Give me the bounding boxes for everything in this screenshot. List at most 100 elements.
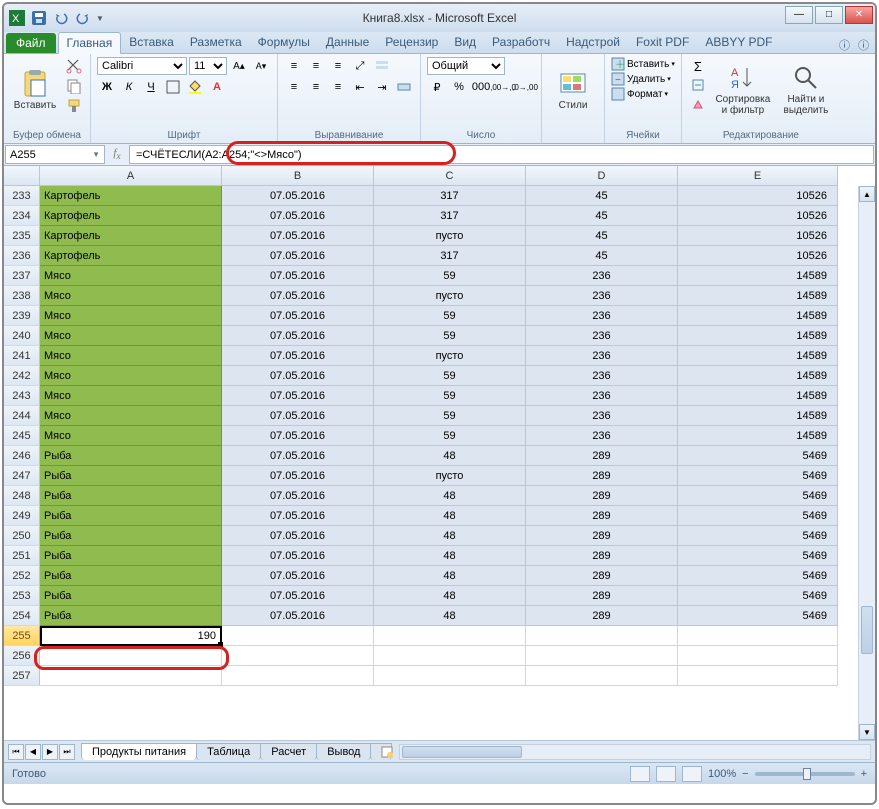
cell[interactable]: Мясо <box>40 366 222 386</box>
sheet-next-icon[interactable]: ▶ <box>42 744 58 760</box>
cell[interactable]: Рыба <box>40 506 222 526</box>
cell[interactable]: Рыба <box>40 526 222 546</box>
row-header[interactable]: 243 <box>4 386 40 406</box>
orientation-icon[interactable]: ⤢ <box>350 57 370 75</box>
col-header-B[interactable]: B <box>222 166 374 186</box>
row-header[interactable]: 236 <box>4 246 40 266</box>
delete-cells-button[interactable]: −Удалить▾ <box>611 72 671 86</box>
format-cells-button[interactable]: Формат▾ <box>611 87 668 101</box>
decrease-indent-icon[interactable]: ⇤ <box>350 78 370 96</box>
cell[interactable]: 236 <box>526 306 678 326</box>
cell[interactable]: 07.05.2016 <box>222 406 374 426</box>
cell[interactable]: 5469 <box>678 526 838 546</box>
cell[interactable]: 289 <box>526 586 678 606</box>
cell[interactable]: 10526 <box>678 226 838 246</box>
cell[interactable]: 289 <box>526 546 678 566</box>
cell[interactable]: 5469 <box>678 606 838 626</box>
minimize-button[interactable]: — <box>785 6 813 24</box>
cell[interactable]: 5469 <box>678 506 838 526</box>
cell[interactable]: 07.05.2016 <box>222 226 374 246</box>
cell[interactable]: 14589 <box>678 346 838 366</box>
sheet-tab[interactable]: Продукты питания <box>81 743 197 760</box>
cell[interactable]: Рыба <box>40 546 222 566</box>
cell[interactable]: 5469 <box>678 566 838 586</box>
wrap-text-icon[interactable] <box>372 57 392 75</box>
cell[interactable] <box>678 626 838 646</box>
cell[interactable]: 07.05.2016 <box>222 546 374 566</box>
align-right-icon[interactable]: ≡ <box>328 78 348 96</box>
cell[interactable]: 07.05.2016 <box>222 466 374 486</box>
cell[interactable]: 5469 <box>678 546 838 566</box>
cell[interactable]: 289 <box>526 526 678 546</box>
cell[interactable]: 48 <box>374 566 526 586</box>
cell[interactable]: пусто <box>374 286 526 306</box>
sheet-tab[interactable]: Расчет <box>260 743 317 760</box>
row-header[interactable]: 240 <box>4 326 40 346</box>
fill-color-icon[interactable] <box>185 78 205 96</box>
cell[interactable]: 07.05.2016 <box>222 346 374 366</box>
row-header[interactable]: 253 <box>4 586 40 606</box>
cell[interactable]: 10526 <box>678 206 838 226</box>
zoom-in-icon[interactable]: + <box>861 768 867 780</box>
cell[interactable]: 07.05.2016 <box>222 286 374 306</box>
cell[interactable]: 07.05.2016 <box>222 206 374 226</box>
row-header[interactable]: 254 <box>4 606 40 626</box>
cell[interactable]: 14589 <box>678 326 838 346</box>
cell[interactable]: Мясо <box>40 286 222 306</box>
cell[interactable]: Картофель <box>40 226 222 246</box>
zoom-slider[interactable] <box>755 772 855 776</box>
cell[interactable]: 59 <box>374 366 526 386</box>
ribbon-tab-1[interactable]: Вставка <box>121 32 182 53</box>
cell[interactable]: Мясо <box>40 306 222 326</box>
cell[interactable]: 59 <box>374 266 526 286</box>
cell[interactable]: 5469 <box>678 486 838 506</box>
cell[interactable]: Мясо <box>40 426 222 446</box>
cell[interactable]: Мясо <box>40 266 222 286</box>
cell[interactable]: 14589 <box>678 306 838 326</box>
cut-icon[interactable] <box>64 57 84 75</box>
cell[interactable]: 14589 <box>678 266 838 286</box>
cell[interactable] <box>526 666 678 686</box>
col-header-E[interactable]: E <box>678 166 838 186</box>
percent-icon[interactable]: % <box>449 78 469 96</box>
cell[interactable]: 10526 <box>678 246 838 266</box>
fx-icon[interactable]: fx <box>110 147 124 161</box>
cell[interactable] <box>222 626 374 646</box>
ribbon-tab-7[interactable]: Разработч <box>484 32 558 53</box>
cell[interactable]: 59 <box>374 406 526 426</box>
zoom-knob[interactable] <box>803 768 811 780</box>
align-top-icon[interactable]: ≡ <box>284 57 304 75</box>
row-header[interactable]: 235 <box>4 226 40 246</box>
select-all-corner[interactable] <box>4 166 40 186</box>
new-sheet-icon[interactable] <box>370 743 392 760</box>
row-header[interactable]: 252 <box>4 566 40 586</box>
qat-dropdown-icon[interactable]: ▼ <box>96 14 104 23</box>
cell[interactable] <box>222 666 374 686</box>
cell[interactable]: 289 <box>526 566 678 586</box>
cell[interactable]: 45 <box>526 186 678 206</box>
cell[interactable]: Рыба <box>40 586 222 606</box>
decrease-decimal-icon[interactable]: ,0→,00 <box>515 78 535 96</box>
paste-button[interactable]: Вставить <box>10 57 60 123</box>
cell[interactable] <box>374 626 526 646</box>
styles-button[interactable]: Стили <box>548 57 598 123</box>
cell[interactable]: 48 <box>374 526 526 546</box>
row-header[interactable]: 250 <box>4 526 40 546</box>
cell[interactable]: 236 <box>526 366 678 386</box>
font-name-select[interactable]: Calibri <box>97 57 187 75</box>
help-icon[interactable]: ⓘ <box>858 37 869 53</box>
align-bottom-icon[interactable]: ≡ <box>328 57 348 75</box>
cell[interactable]: 236 <box>526 266 678 286</box>
row-header[interactable]: 256 <box>4 646 40 666</box>
col-header-D[interactable]: D <box>526 166 678 186</box>
cell[interactable]: 317 <box>374 186 526 206</box>
cell[interactable]: пусто <box>374 226 526 246</box>
cell[interactable]: Мясо <box>40 406 222 426</box>
cell[interactable]: 07.05.2016 <box>222 566 374 586</box>
cell[interactable]: 45 <box>526 206 678 226</box>
increase-decimal-icon[interactable]: ,00→,0 <box>493 78 513 96</box>
number-format-select[interactable]: Общий <box>427 57 505 75</box>
cell[interactable]: 289 <box>526 466 678 486</box>
cell[interactable]: 317 <box>374 246 526 266</box>
cell[interactable]: 48 <box>374 486 526 506</box>
